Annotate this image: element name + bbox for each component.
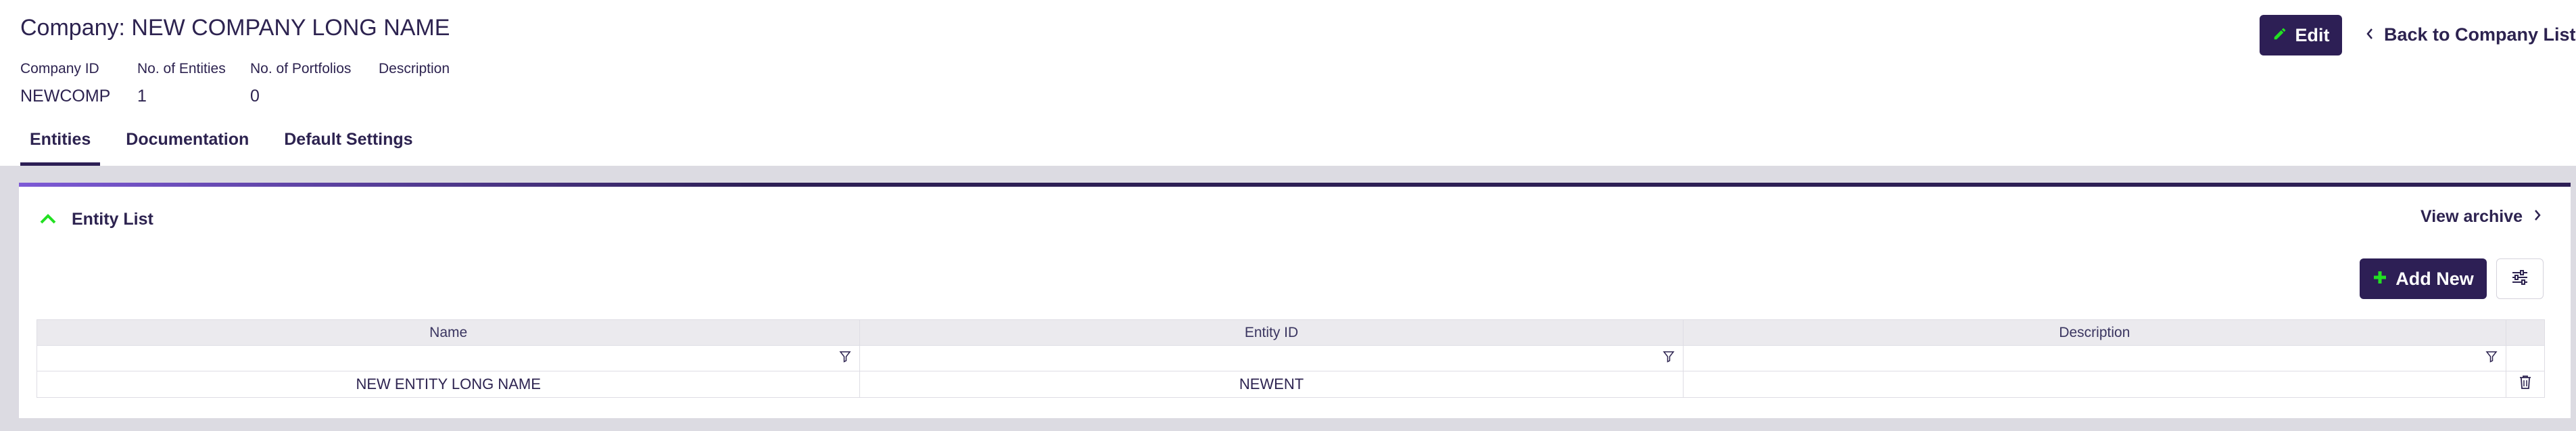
tab-documentation[interactable]: Documentation [116,127,258,166]
tab-bar: Entities Documentation Default Settings [20,127,423,166]
meta-value: 0 [250,87,260,106]
cell-entity-id: NEWENT [860,371,1684,397]
page-title: Company: NEW COMPANY LONG NAME [20,15,450,41]
entity-list-title: Entity List [72,210,153,229]
table-row[interactable]: NEW ENTITY LONG NAME NEWENT [37,371,2544,397]
trash-icon [2519,375,2531,394]
edit-label: Edit [2295,24,2330,45]
table-filter-row [37,346,2544,371]
entity-list-toggle[interactable]: Entity List [39,210,153,229]
view-archive-label: View archive [2420,207,2523,226]
meta-company-id: Company ID NEWCOMP [20,61,110,106]
plus-icon [2372,269,2387,290]
back-label: Back to Company List [2384,24,2576,45]
table-header-row: Name Entity ID Description [37,320,2544,346]
filter-cell-description[interactable] [1684,346,2507,371]
filter-icon[interactable] [1663,350,1675,367]
cell-name: NEW ENTITY LONG NAME [37,371,861,397]
back-to-company-list-link[interactable]: Back to Company List [2365,24,2576,45]
column-header-entity-id[interactable]: Entity ID [860,320,1684,345]
column-header-description[interactable]: Description [1683,320,2507,345]
column-header-actions [2506,320,2544,345]
meta-label: No. of Entities [137,61,226,76]
filter-cell-entity-id[interactable] [860,346,1684,371]
sliders-icon [2511,269,2529,288]
entity-table: Name Entity ID Description NEW ENTITY LO… [37,319,2545,398]
add-new-label: Add New [2395,268,2474,289]
filter-cell-name[interactable] [37,346,861,371]
meta-portfolios: No. of Portfolios 0 [250,61,351,106]
meta-label: Description [379,61,450,76]
chevron-left-icon [2365,24,2375,45]
tab-default-settings[interactable]: Default Settings [275,127,422,166]
filter-icon[interactable] [2485,350,2498,367]
filter-icon[interactable] [839,350,851,367]
tab-entities[interactable]: Entities [20,127,101,166]
panel-accent-bar [19,183,763,187]
edit-button[interactable]: Edit [2260,15,2342,55]
column-header-name[interactable]: Name [37,320,861,345]
view-archive-link[interactable]: View archive [2420,207,2542,227]
pencil-icon [2272,25,2287,46]
filter-cell-actions [2506,346,2544,371]
meta-value: 1 [137,87,147,106]
cell-description [1684,371,2507,397]
meta-entities: No. of Entities 1 [137,61,226,106]
column-settings-button[interactable] [2496,258,2544,299]
chevron-right-icon [2533,207,2542,227]
chevron-up-icon [39,210,57,229]
meta-label: No. of Portfolios [250,61,352,76]
meta-description: Description [379,61,450,87]
meta-value: NEWCOMP [20,87,111,106]
meta-label: Company ID [20,61,99,76]
delete-row-button[interactable] [2506,371,2544,397]
add-new-button[interactable]: Add New [2360,258,2487,299]
